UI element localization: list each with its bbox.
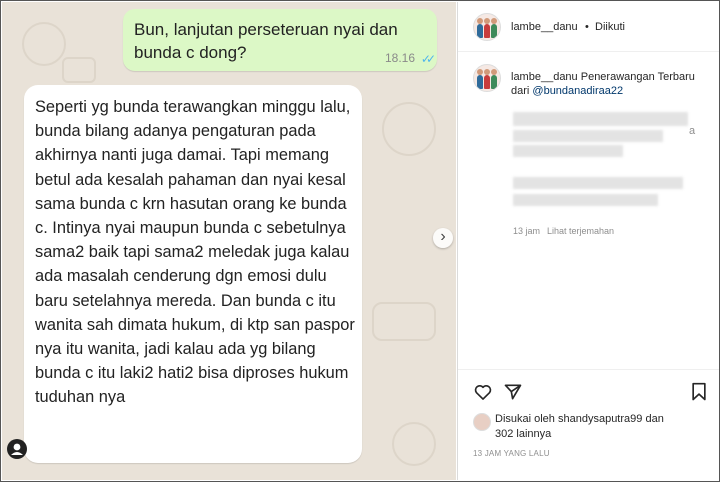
wallpaper-doodle [382, 102, 436, 156]
mention-link[interactable]: @bundanadiraa22 [532, 85, 623, 97]
wallpaper-doodle [392, 422, 436, 466]
blurred-comment-line [513, 177, 683, 189]
actions-divider [458, 369, 719, 370]
post-side-panel: lambe__danu • Diikuti lambe__danu Penera… [458, 2, 719, 480]
liker-avatar[interactable] [473, 413, 491, 431]
blurred-comment-line [513, 194, 658, 206]
others-count-link[interactable]: 302 lainnya [495, 428, 551, 440]
caption-avatar[interactable] [473, 64, 501, 92]
send-icon[interactable] [503, 382, 523, 402]
incoming-message-bubble: Seperti yg bunda terawangkan minggu lalu… [24, 85, 362, 463]
avatar[interactable] [473, 13, 501, 41]
likes-summary: Disukai oleh shandysaputra99 dan 302 lai… [495, 412, 715, 442]
tagged-user-button[interactable] [7, 439, 27, 459]
follow-status[interactable]: Diikuti [595, 21, 625, 33]
comment-time: 13 jam [513, 226, 541, 236]
chevron-right-icon: › [440, 228, 446, 245]
header-divider [458, 51, 719, 52]
next-slide-button[interactable]: › [433, 228, 453, 248]
liked-by-and: dan [645, 413, 664, 425]
message-time: 18.16 [384, 51, 415, 65]
post-image: Bun, lanjutan perseteruan nyai dan bunda… [2, 2, 456, 480]
blurred-comment-line [513, 130, 663, 142]
separator-dot: • [585, 21, 589, 33]
comment-fragment: a [689, 125, 696, 137]
wallpaper-doodle [22, 22, 66, 66]
caption-username[interactable]: lambe__danu [511, 71, 578, 83]
caption-text: lambe__danu Penerawangan Terbaru dari @b… [511, 70, 711, 98]
screenshot-frame: Bun, lanjutan perseteruan nyai dan bunda… [0, 0, 720, 482]
caption-body: Penerawangan Terbaru [580, 71, 695, 83]
post-timestamp: 13 JAM YANG LALU [473, 449, 550, 458]
outgoing-message-bubble: Bun, lanjutan perseteruan nyai dan bunda… [123, 9, 437, 71]
bookmark-icon[interactable] [690, 382, 708, 402]
blurred-comment-line [513, 112, 688, 126]
blurred-comment-line [513, 145, 623, 157]
wallpaper-doodle [62, 57, 96, 83]
username-link[interactable]: lambe__danu [511, 21, 578, 33]
caption-body-2: dari [511, 85, 530, 97]
see-translation-link[interactable]: Lihat terjemahan [547, 226, 614, 236]
heart-icon[interactable] [473, 382, 493, 402]
incoming-message-text: Seperti yg bunda terawangkan minggu lalu… [35, 98, 355, 407]
liked-by-prefix: Disukai oleh [495, 413, 555, 425]
read-ticks-icon: ✓✓ [420, 52, 436, 66]
user-icon [11, 443, 23, 455]
wallpaper-doodle [372, 302, 436, 341]
liker-username-link[interactable]: shandysaputra99 [558, 413, 642, 425]
